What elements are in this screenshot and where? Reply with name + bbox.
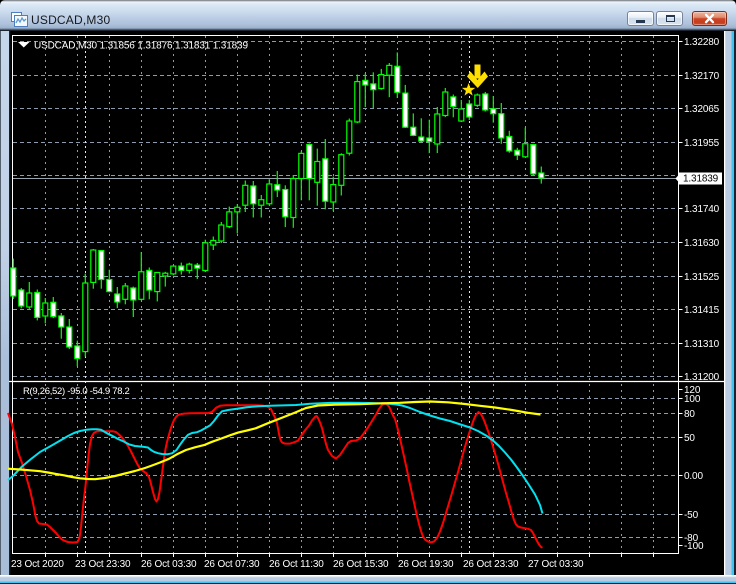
svg-text:1.32280: 1.32280 bbox=[684, 37, 720, 48]
svg-text:1.31310: 1.31310 bbox=[684, 339, 720, 350]
svg-text:R(9,26,52) -95.0 -54.9 78.2: R(9,26,52) -95.0 -54.9 78.2 bbox=[23, 386, 130, 397]
svg-text:1.31630: 1.31630 bbox=[684, 238, 720, 249]
svg-text:-50: -50 bbox=[684, 510, 699, 521]
svg-text:23 Oct 23:30: 23 Oct 23:30 bbox=[75, 559, 131, 570]
svg-text:26 Oct 15:30: 26 Oct 15:30 bbox=[333, 559, 389, 570]
svg-text:26 Oct 03:30: 26 Oct 03:30 bbox=[141, 559, 197, 570]
svg-text:1.31740: 1.31740 bbox=[684, 204, 720, 215]
svg-text:23 Oct 2020: 23 Oct 2020 bbox=[11, 559, 64, 570]
svg-text:0.00: 0.00 bbox=[684, 471, 703, 482]
svg-text:USDCAD,M30 1.31856 1.31876 1.3: USDCAD,M30 1.31856 1.31876 1.31831 1.318… bbox=[34, 41, 248, 52]
svg-text:27 Oct 03:30: 27 Oct 03:30 bbox=[528, 559, 584, 570]
svg-text:26 Oct 19:30: 26 Oct 19:30 bbox=[398, 559, 454, 570]
svg-text:1.31415: 1.31415 bbox=[684, 305, 720, 316]
svg-text:1.31839: 1.31839 bbox=[683, 174, 719, 185]
svg-text:1.32170: 1.32170 bbox=[684, 71, 720, 82]
svg-text:1.31955: 1.31955 bbox=[684, 138, 720, 149]
svg-text:80: 80 bbox=[684, 409, 695, 420]
svg-text:50: 50 bbox=[684, 433, 695, 444]
svg-text:1.32065: 1.32065 bbox=[684, 104, 720, 115]
svg-text:-100: -100 bbox=[684, 541, 704, 552]
svg-text:100: 100 bbox=[684, 394, 701, 405]
svg-text:1.31525: 1.31525 bbox=[684, 272, 720, 283]
svg-text:1.31200: 1.31200 bbox=[684, 372, 720, 383]
svg-text:26 Oct 07:30: 26 Oct 07:30 bbox=[204, 559, 260, 570]
svg-text:26 Oct 23:30: 26 Oct 23:30 bbox=[463, 559, 519, 570]
svg-text:26 Oct 11:30: 26 Oct 11:30 bbox=[269, 559, 324, 570]
